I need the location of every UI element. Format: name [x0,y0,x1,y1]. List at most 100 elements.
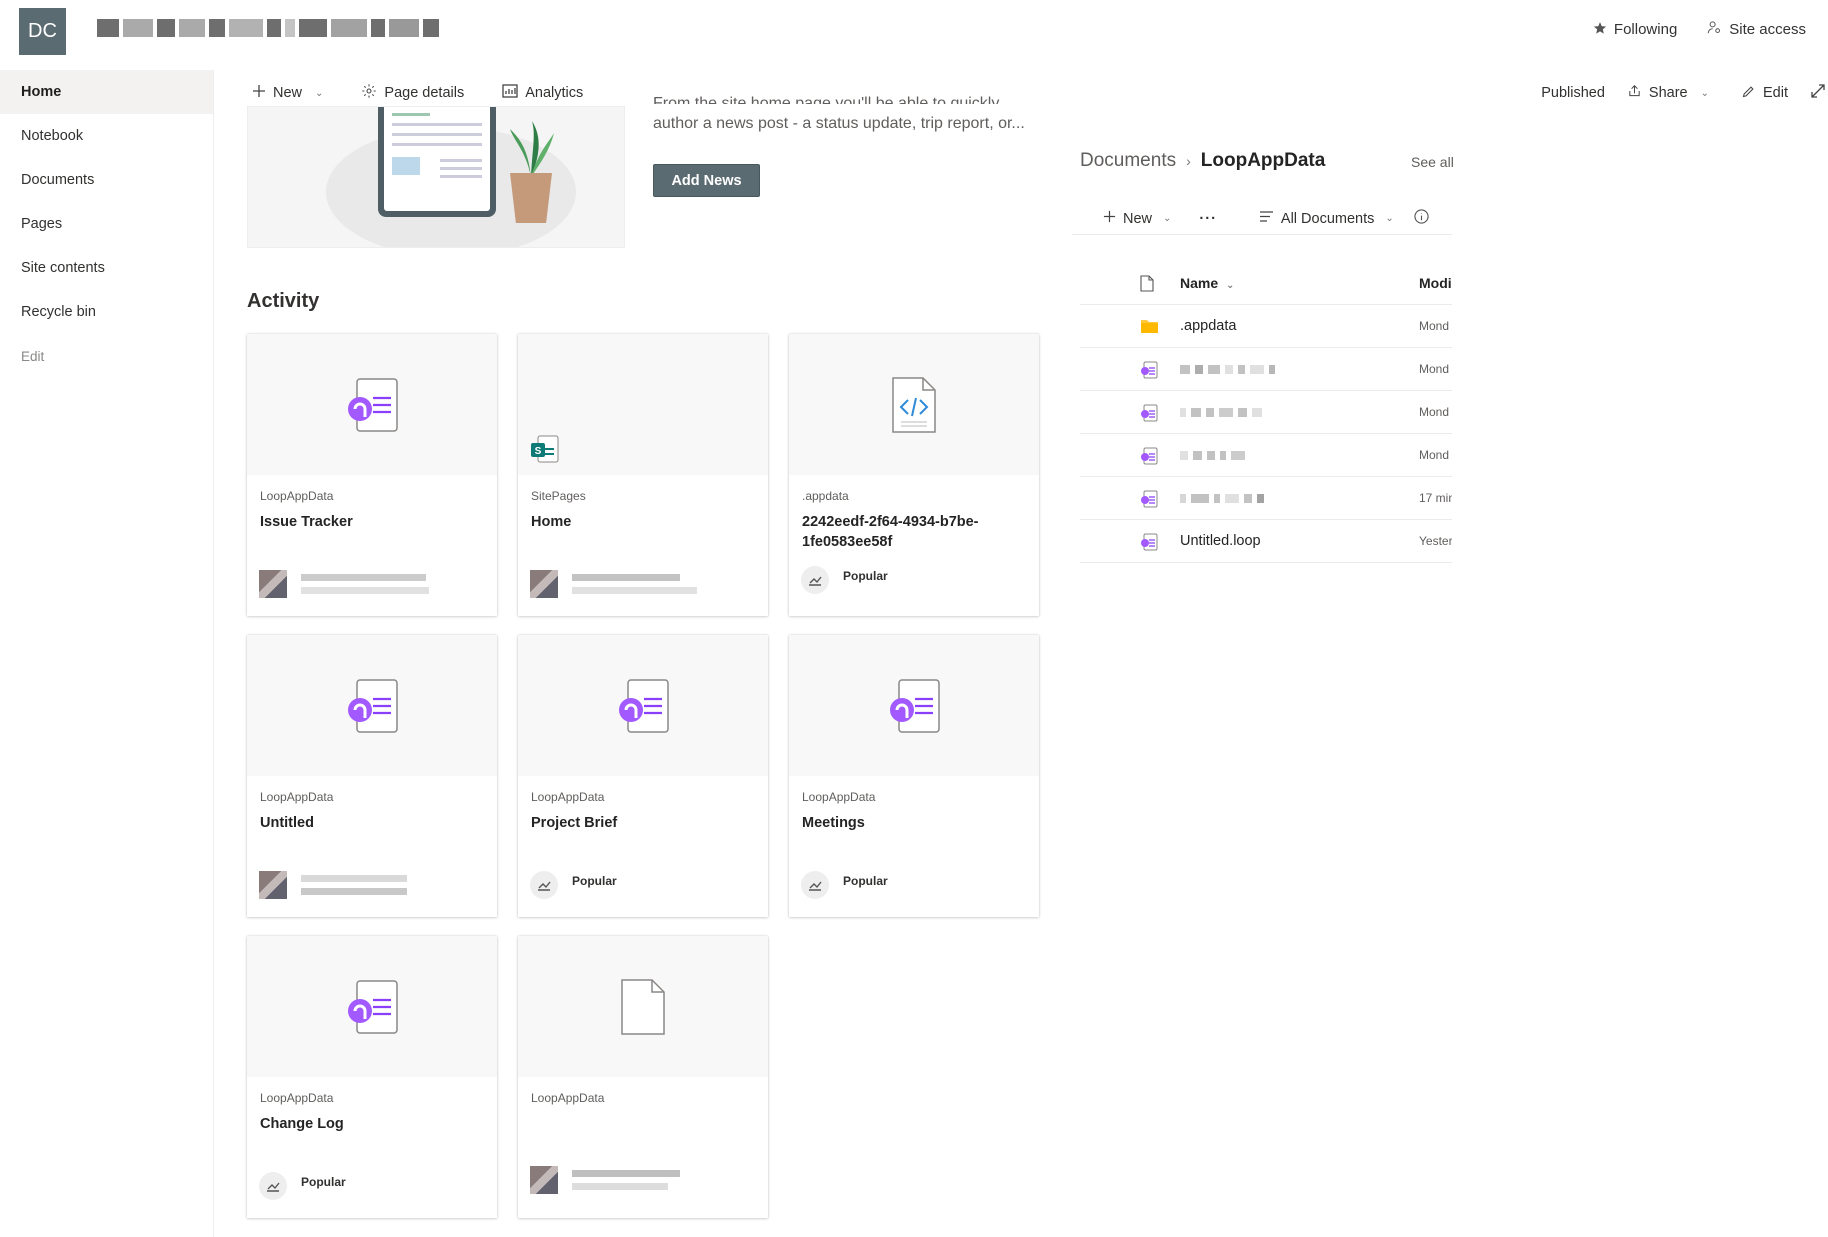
see-all-link[interactable]: See all [1411,154,1454,170]
file-name-redacted[interactable] [1180,493,1264,503]
trending-icon [801,871,829,899]
documents-breadcrumb: Documents › LoopAppData [1080,150,1325,172]
nav-item-site-contents[interactable]: Site contents [0,246,213,290]
news-description: From the site home page you'll be able t… [653,95,1033,136]
modified-date: Mond [1419,319,1450,333]
avatar [259,570,287,598]
file-name-redacted[interactable] [1180,364,1275,374]
avatar [259,871,287,899]
site-access-label: Site access [1729,21,1806,38]
popular-label: Popular [301,1175,346,1189]
file-type-icon[interactable] [1140,275,1158,293]
nav-edit-link[interactable]: Edit [0,334,213,378]
table-row[interactable]: Mond [1080,434,1452,477]
list-view-icon [1259,210,1274,227]
modified-date: 17 min [1419,491,1452,505]
analytics-button[interactable]: Analytics [502,84,583,102]
activity-card[interactable]: LoopAppData Meetings Popular [789,635,1039,917]
activity-card[interactable]: LoopAppData Untitled [247,635,497,917]
activity-card[interactable]: S SitePages Home [518,334,768,616]
breadcrumb-documents[interactable]: Documents [1080,150,1176,172]
card-location: SitePages [531,489,586,503]
breadcrumb-current-folder[interactable]: LoopAppData [1201,150,1326,172]
site-access-button[interactable]: Site access [1707,20,1806,39]
site-title-redacted[interactable] [97,16,557,40]
activity-card[interactable]: LoopAppData Project Brief Popular [518,635,768,917]
card-thumbnail [789,334,1039,475]
trending-icon [530,871,558,899]
file-name-redacted[interactable] [1180,407,1262,417]
card-title: Project Brief [531,815,618,831]
site-logo[interactable]: DC [19,8,66,55]
table-row[interactable]: Untitled.loop Yester [1080,520,1452,563]
nav-item-recycle-bin[interactable]: Recycle bin [0,290,213,334]
plant-icon [510,121,554,177]
new-label: New [273,85,303,101]
column-header-modified[interactable]: Modi [1419,275,1452,291]
card-footer: Popular [530,871,617,899]
avatar [530,570,558,598]
gear-icon [361,83,377,103]
tablet-illustration [378,107,496,217]
card-footer [259,871,407,899]
popular-label: Popular [572,874,617,888]
chevron-down-icon: ⌄ [1385,213,1394,224]
file-name[interactable]: Untitled.loop [1180,533,1261,549]
card-location: LoopAppData [260,790,334,804]
nav-item-notebook[interactable]: Notebook [0,114,213,158]
expand-icon[interactable] [1810,83,1826,103]
modified-date: Mond [1419,448,1450,462]
docs-new-button[interactable]: New ⌄ [1103,210,1171,227]
trending-icon [259,1172,287,1200]
card-thumbnail [247,334,497,475]
loop-file-icon [348,979,398,1034]
people-settings-icon [1707,20,1722,39]
table-row[interactable]: Mond [1080,391,1452,434]
add-news-button[interactable]: Add News [653,164,760,197]
card-footer: Popular [801,871,888,899]
card-title: Change Log [260,1116,344,1132]
nav-item-pages[interactable]: Pages [0,202,213,246]
card-title: Meetings [802,815,865,831]
card-title: Home [531,514,572,530]
loop-file-icon [1140,404,1158,422]
card-footer [259,570,429,598]
file-name[interactable]: .appdata [1180,318,1236,334]
table-row[interactable]: 17 min [1080,477,1452,520]
popular-label: Popular [843,569,888,583]
nav-item-documents[interactable]: Documents [0,158,213,202]
plus-icon [1103,210,1116,227]
view-selector[interactable]: All Documents ⌄ [1259,210,1394,227]
loop-file-icon [619,678,669,733]
file-name-redacted[interactable] [1180,450,1245,460]
info-button[interactable] [1414,209,1429,228]
table-row[interactable]: .appdata Mond [1080,305,1452,348]
page-details-button[interactable]: Page details [361,83,464,103]
code-file-icon [892,376,936,433]
chevron-down-icon: ⌄ [1226,280,1235,291]
nav-item-home[interactable]: Home [0,70,213,114]
activity-card[interactable]: .appdata 2242eedf-2f64-4934-b7be-1fe0583… [789,334,1039,616]
site-header: DC Following Site access [0,0,1828,62]
analytics-icon [502,84,518,102]
activity-card[interactable]: LoopAppData [518,936,768,1218]
share-button[interactable]: Share ⌄ [1627,84,1709,102]
docs-new-label: New [1123,210,1153,227]
documents-command-bar: New ⌄ ··· All Documents ⌄ [1072,203,1452,235]
activity-heading: Activity [247,290,320,312]
list-header-row: Name ⌄ Modi [1080,262,1452,305]
new-menu-button[interactable]: New ⌄ [252,84,323,102]
card-location: LoopAppData [802,790,876,804]
loop-file-icon [890,678,940,733]
modified-date: Mond [1419,405,1450,419]
plus-icon [252,84,266,102]
card-thumbnail [789,635,1039,776]
more-options-button[interactable]: ··· [1199,211,1217,227]
activity-card[interactable]: LoopAppData Change Log Popular [247,936,497,1218]
edit-page-button[interactable]: Edit [1741,84,1788,103]
share-icon [1627,84,1642,102]
column-header-name[interactable]: Name ⌄ [1180,275,1234,291]
table-row[interactable]: Mond [1080,348,1452,391]
activity-card[interactable]: LoopAppData Issue Tracker [247,334,497,616]
following-button[interactable]: Following [1593,20,1677,39]
